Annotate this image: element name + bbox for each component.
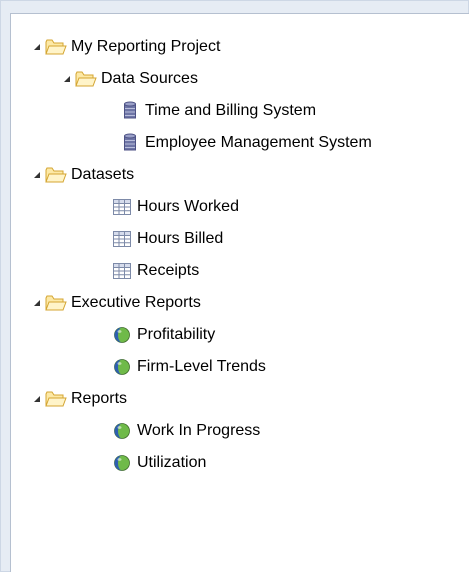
tree-node-hours-billed[interactable]: Hours Billed [111, 223, 223, 255]
tree-node-label: Utilization [137, 454, 207, 471]
tree-node-label: Time and Billing System [145, 102, 317, 119]
tree-node-label: Datasets [71, 166, 135, 183]
project-tree-panel: My Reporting Project Data Sources Time a… [10, 13, 469, 572]
tree-node-label: Profitability [137, 326, 216, 343]
tree-node-firm-level-trends[interactable]: Firm-Level Trends [111, 351, 266, 383]
folder-icon [45, 165, 67, 185]
tree-node-label: Work In Progress [137, 422, 261, 439]
tree-node-label: Executive Reports [71, 294, 201, 311]
expand-arrow-icon[interactable] [31, 383, 43, 415]
report-sphere-icon [111, 453, 133, 473]
tree-node-label: Reports [71, 390, 128, 407]
tree-node-reports[interactable]: Reports [31, 383, 127, 415]
table-grid-icon [111, 197, 133, 217]
table-grid-icon [111, 261, 133, 281]
tree-node-time-and-billing-system[interactable]: Time and Billing System [119, 95, 316, 127]
tree-node-label: Data Sources [101, 70, 198, 87]
tree-node-profitability[interactable]: Profitability [111, 319, 215, 351]
folder-icon [75, 69, 97, 89]
tree-node-label: My Reporting Project [71, 38, 221, 55]
database-icon [119, 133, 141, 153]
expand-arrow-icon[interactable] [61, 63, 73, 95]
report-sphere-icon [111, 357, 133, 377]
tree-node-data-sources[interactable]: Data Sources [61, 63, 198, 95]
tree-node-my-reporting-project[interactable]: My Reporting Project [31, 31, 220, 63]
tree-node-utilization[interactable]: Utilization [111, 447, 206, 479]
expand-arrow-icon[interactable] [31, 287, 43, 319]
tree-node-label: Receipts [137, 262, 200, 279]
report-sphere-icon [111, 325, 133, 345]
tree-node-receipts[interactable]: Receipts [111, 255, 199, 287]
tree-node-label: Firm-Level Trends [137, 358, 266, 375]
tree-view-frame: My Reporting Project Data Sources Time a… [0, 0, 469, 572]
expand-arrow-icon[interactable] [31, 31, 43, 63]
tree-node-employee-management-system[interactable]: Employee Management System [119, 127, 372, 159]
table-grid-icon [111, 229, 133, 249]
tree-node-label: Hours Worked [137, 198, 239, 215]
database-icon [119, 101, 141, 121]
folder-icon [45, 293, 67, 313]
report-sphere-icon [111, 421, 133, 441]
tree-node-work-in-progress[interactable]: Work In Progress [111, 415, 260, 447]
tree-node-label: Employee Management System [145, 134, 372, 151]
tree-node-label: Hours Billed [137, 230, 224, 247]
folder-icon [45, 37, 67, 57]
tree-node-executive-reports[interactable]: Executive Reports [31, 287, 201, 319]
tree-node-datasets[interactable]: Datasets [31, 159, 134, 191]
tree-node-hours-worked[interactable]: Hours Worked [111, 191, 239, 223]
expand-arrow-icon[interactable] [31, 159, 43, 191]
folder-icon [45, 389, 67, 409]
